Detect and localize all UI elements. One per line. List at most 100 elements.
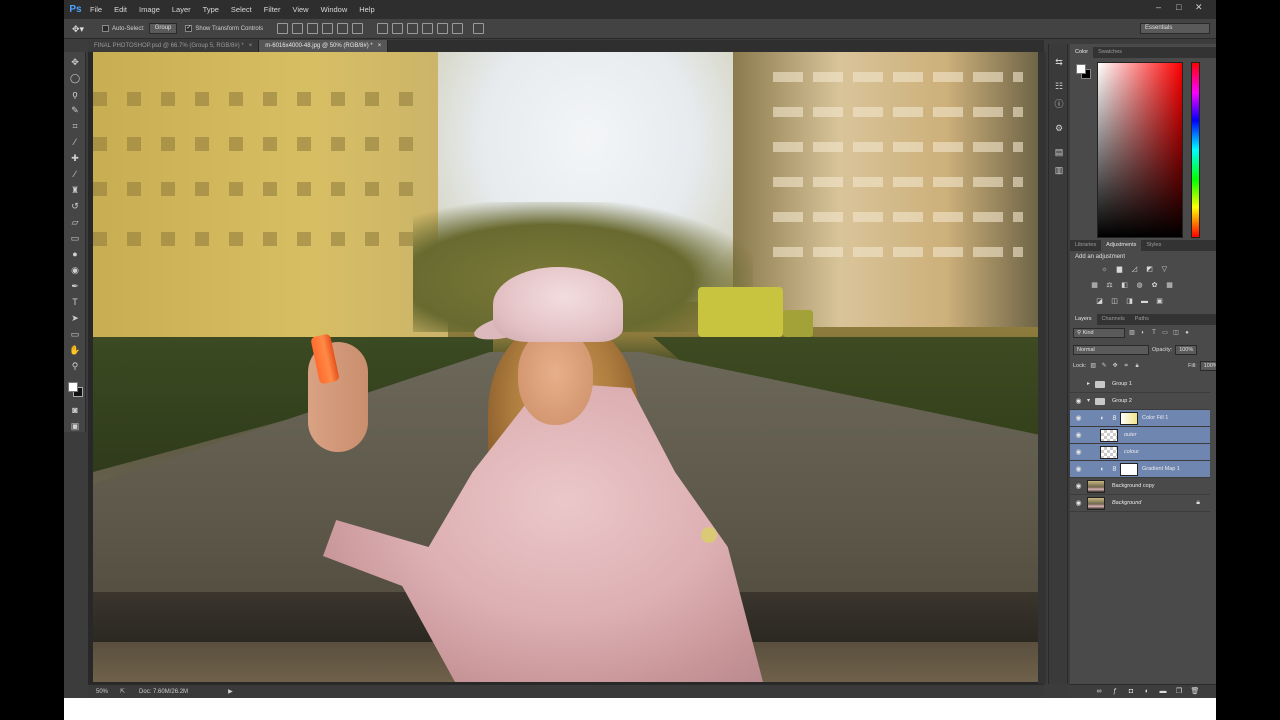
- color-lookup-icon[interactable]: ▦: [1165, 281, 1174, 290]
- shape-tool-icon[interactable]: ▭: [68, 328, 82, 341]
- auto-align-icon[interactable]: [473, 23, 485, 34]
- menu-type[interactable]: Type: [197, 0, 225, 19]
- trash-icon[interactable]: 🗑︎: [1190, 687, 1200, 697]
- filter-toggle-icon[interactable]: ●: [1183, 329, 1191, 337]
- new-layer-icon[interactable]: ❐: [1174, 687, 1184, 697]
- minimize-button[interactable]: –: [1156, 2, 1161, 12]
- chevron-down-icon[interactable]: ▾: [1087, 397, 1093, 406]
- distribute-hcenter-icon[interactable]: [437, 23, 449, 34]
- align-hcenter-icon[interactable]: [337, 23, 349, 34]
- foreground-color-swatch[interactable]: [68, 382, 78, 392]
- tab-channels[interactable]: Channels: [1097, 314, 1130, 325]
- layer-row-group-2[interactable]: ◉ ▾ Group 2: [1070, 393, 1210, 410]
- link-layers-icon[interactable]: ∞: [1094, 687, 1104, 697]
- fill-field[interactable]: 100%: [1199, 361, 1216, 371]
- layer-thumbnail[interactable]: [1100, 446, 1118, 459]
- tab-layers[interactable]: Layers: [1070, 314, 1097, 325]
- show-transform-checkbox[interactable]: ✓ Show Transform Controls: [185, 25, 263, 32]
- color-balance-icon[interactable]: ⚖: [1105, 281, 1114, 290]
- move-tool-icon[interactable]: ✥: [68, 56, 82, 69]
- posterize-icon[interactable]: ◫: [1110, 297, 1119, 306]
- tab-paths[interactable]: Paths: [1130, 314, 1154, 325]
- blur-tool-icon[interactable]: ●: [68, 248, 82, 261]
- photo-filter-icon[interactable]: ◍: [1135, 281, 1144, 290]
- invert-icon[interactable]: ◪: [1095, 297, 1104, 306]
- threshold-icon[interactable]: ◨: [1125, 297, 1134, 306]
- tab-close-icon[interactable]: ×: [249, 43, 253, 49]
- kind-filter-dropdown[interactable]: ⚲ Kind: [1073, 328, 1125, 338]
- color-panel-swatches[interactable]: [1076, 64, 1092, 80]
- filter-type-icon[interactable]: T: [1150, 329, 1158, 337]
- distribute-right-icon[interactable]: [452, 23, 464, 34]
- distribute-top-icon[interactable]: [377, 23, 389, 34]
- layer-row-group-1[interactable]: ▸ Group 1: [1070, 376, 1210, 393]
- levels-icon[interactable]: ▆: [1115, 265, 1124, 274]
- gradient-tool-icon[interactable]: ▭: [68, 232, 82, 245]
- hue-saturation-icon[interactable]: ▦: [1090, 281, 1099, 290]
- close-button[interactable]: ✕: [1195, 2, 1203, 13]
- lock-image-icon[interactable]: ✎: [1100, 362, 1108, 370]
- new-group-icon[interactable]: ▬: [1158, 687, 1168, 697]
- eye-icon[interactable]: ◉: [1074, 397, 1083, 406]
- filter-adjustment-icon[interactable]: ◐: [1139, 329, 1147, 337]
- align-vcenter-icon[interactable]: [292, 23, 304, 34]
- marquee-tool-icon[interactable]: ◯: [68, 72, 82, 85]
- filter-pixel-icon[interactable]: ▨: [1128, 329, 1136, 337]
- info-panel-icon[interactable]: ⓘ: [1053, 98, 1065, 110]
- eye-icon[interactable]: ◉: [1074, 482, 1083, 491]
- auto-select-checkbox[interactable]: Auto-Select:: [102, 25, 145, 32]
- clone-stamp-tool-icon[interactable]: ♜: [68, 184, 82, 197]
- crop-tool-icon[interactable]: ⌗: [68, 120, 82, 133]
- menu-filter[interactable]: Filter: [258, 0, 287, 19]
- layer-thumbnail[interactable]: [1100, 429, 1118, 442]
- eyedropper-tool-icon[interactable]: ⁄: [68, 136, 82, 149]
- tab-adjustments[interactable]: Adjustments: [1101, 240, 1142, 251]
- distribute-vcenter-icon[interactable]: [392, 23, 404, 34]
- align-right-icon[interactable]: [352, 23, 364, 34]
- eye-icon[interactable]: ◉: [1074, 465, 1083, 474]
- vibrance-icon[interactable]: ▽: [1160, 265, 1169, 274]
- menu-help[interactable]: Help: [353, 0, 380, 19]
- menu-file[interactable]: File: [84, 0, 108, 19]
- hue-slider[interactable]: [1191, 62, 1200, 238]
- blend-mode-dropdown[interactable]: Normal: [1073, 345, 1149, 355]
- foreground-background-swatches[interactable]: [68, 382, 84, 398]
- history-panel-icon[interactable]: ⇆: [1053, 56, 1065, 68]
- curves-icon[interactable]: ◿: [1130, 265, 1139, 274]
- gradient-map-icon[interactable]: ▬: [1140, 297, 1149, 306]
- layer-mask-thumbnail[interactable]: [1120, 463, 1138, 476]
- brightness-contrast-icon[interactable]: ☼: [1100, 265, 1109, 274]
- align-bottom-icon[interactable]: [307, 23, 319, 34]
- move-tool-preset-icon[interactable]: ✥▾: [72, 22, 94, 36]
- layer-row-outer[interactable]: ◉ outer: [1070, 427, 1210, 444]
- layer-row-background[interactable]: ◉ Background 🔒︎: [1070, 495, 1210, 512]
- eraser-tool-icon[interactable]: ▱: [68, 216, 82, 229]
- brush-presets-icon[interactable]: ⚙: [1053, 122, 1065, 134]
- layer-row-gradient-map[interactable]: ◉ ◐ 8 Gradient Map 1: [1070, 461, 1210, 478]
- new-adjustment-icon[interactable]: ◐: [1142, 687, 1152, 697]
- layer-row-color-fill[interactable]: ◉ ◐ 8 Color Fill 1 ➚: [1070, 410, 1210, 494]
- menu-view[interactable]: View: [286, 0, 314, 19]
- black-white-icon[interactable]: ◧: [1120, 281, 1129, 290]
- menu-window[interactable]: Window: [315, 0, 354, 19]
- screen-mode-icon[interactable]: ▣: [68, 420, 82, 433]
- photo-canvas[interactable]: [93, 52, 1038, 682]
- fx-icon[interactable]: ƒ: [1110, 687, 1120, 697]
- exposure-icon[interactable]: ◩: [1145, 265, 1154, 274]
- maximize-button[interactable]: □: [1176, 2, 1181, 12]
- history-brush-tool-icon[interactable]: ↺: [68, 200, 82, 213]
- lasso-tool-icon[interactable]: ϙ: [68, 88, 82, 101]
- layer-thumbnail[interactable]: [1087, 497, 1105, 510]
- dodge-tool-icon[interactable]: ◉: [68, 264, 82, 277]
- selective-color-icon[interactable]: ▣: [1155, 297, 1164, 306]
- lock-all-icon[interactable]: 🔒︎: [1133, 362, 1141, 370]
- tab-final-photoshop[interactable]: FINAL PHOTOSHOP.psd @ 66.7% (Group 5, RG…: [88, 40, 260, 52]
- lock-transparent-icon[interactable]: ▨: [1089, 362, 1097, 370]
- lock-artboard-icon[interactable]: ⌗: [1122, 362, 1130, 370]
- menu-layer[interactable]: Layer: [166, 0, 197, 19]
- visibility-off-icon[interactable]: [1074, 380, 1083, 389]
- eye-icon[interactable]: ◉: [1074, 414, 1083, 423]
- align-left-icon[interactable]: [322, 23, 334, 34]
- channel-mixer-icon[interactable]: ✿: [1150, 281, 1159, 290]
- opacity-field[interactable]: 100%: [1175, 345, 1198, 355]
